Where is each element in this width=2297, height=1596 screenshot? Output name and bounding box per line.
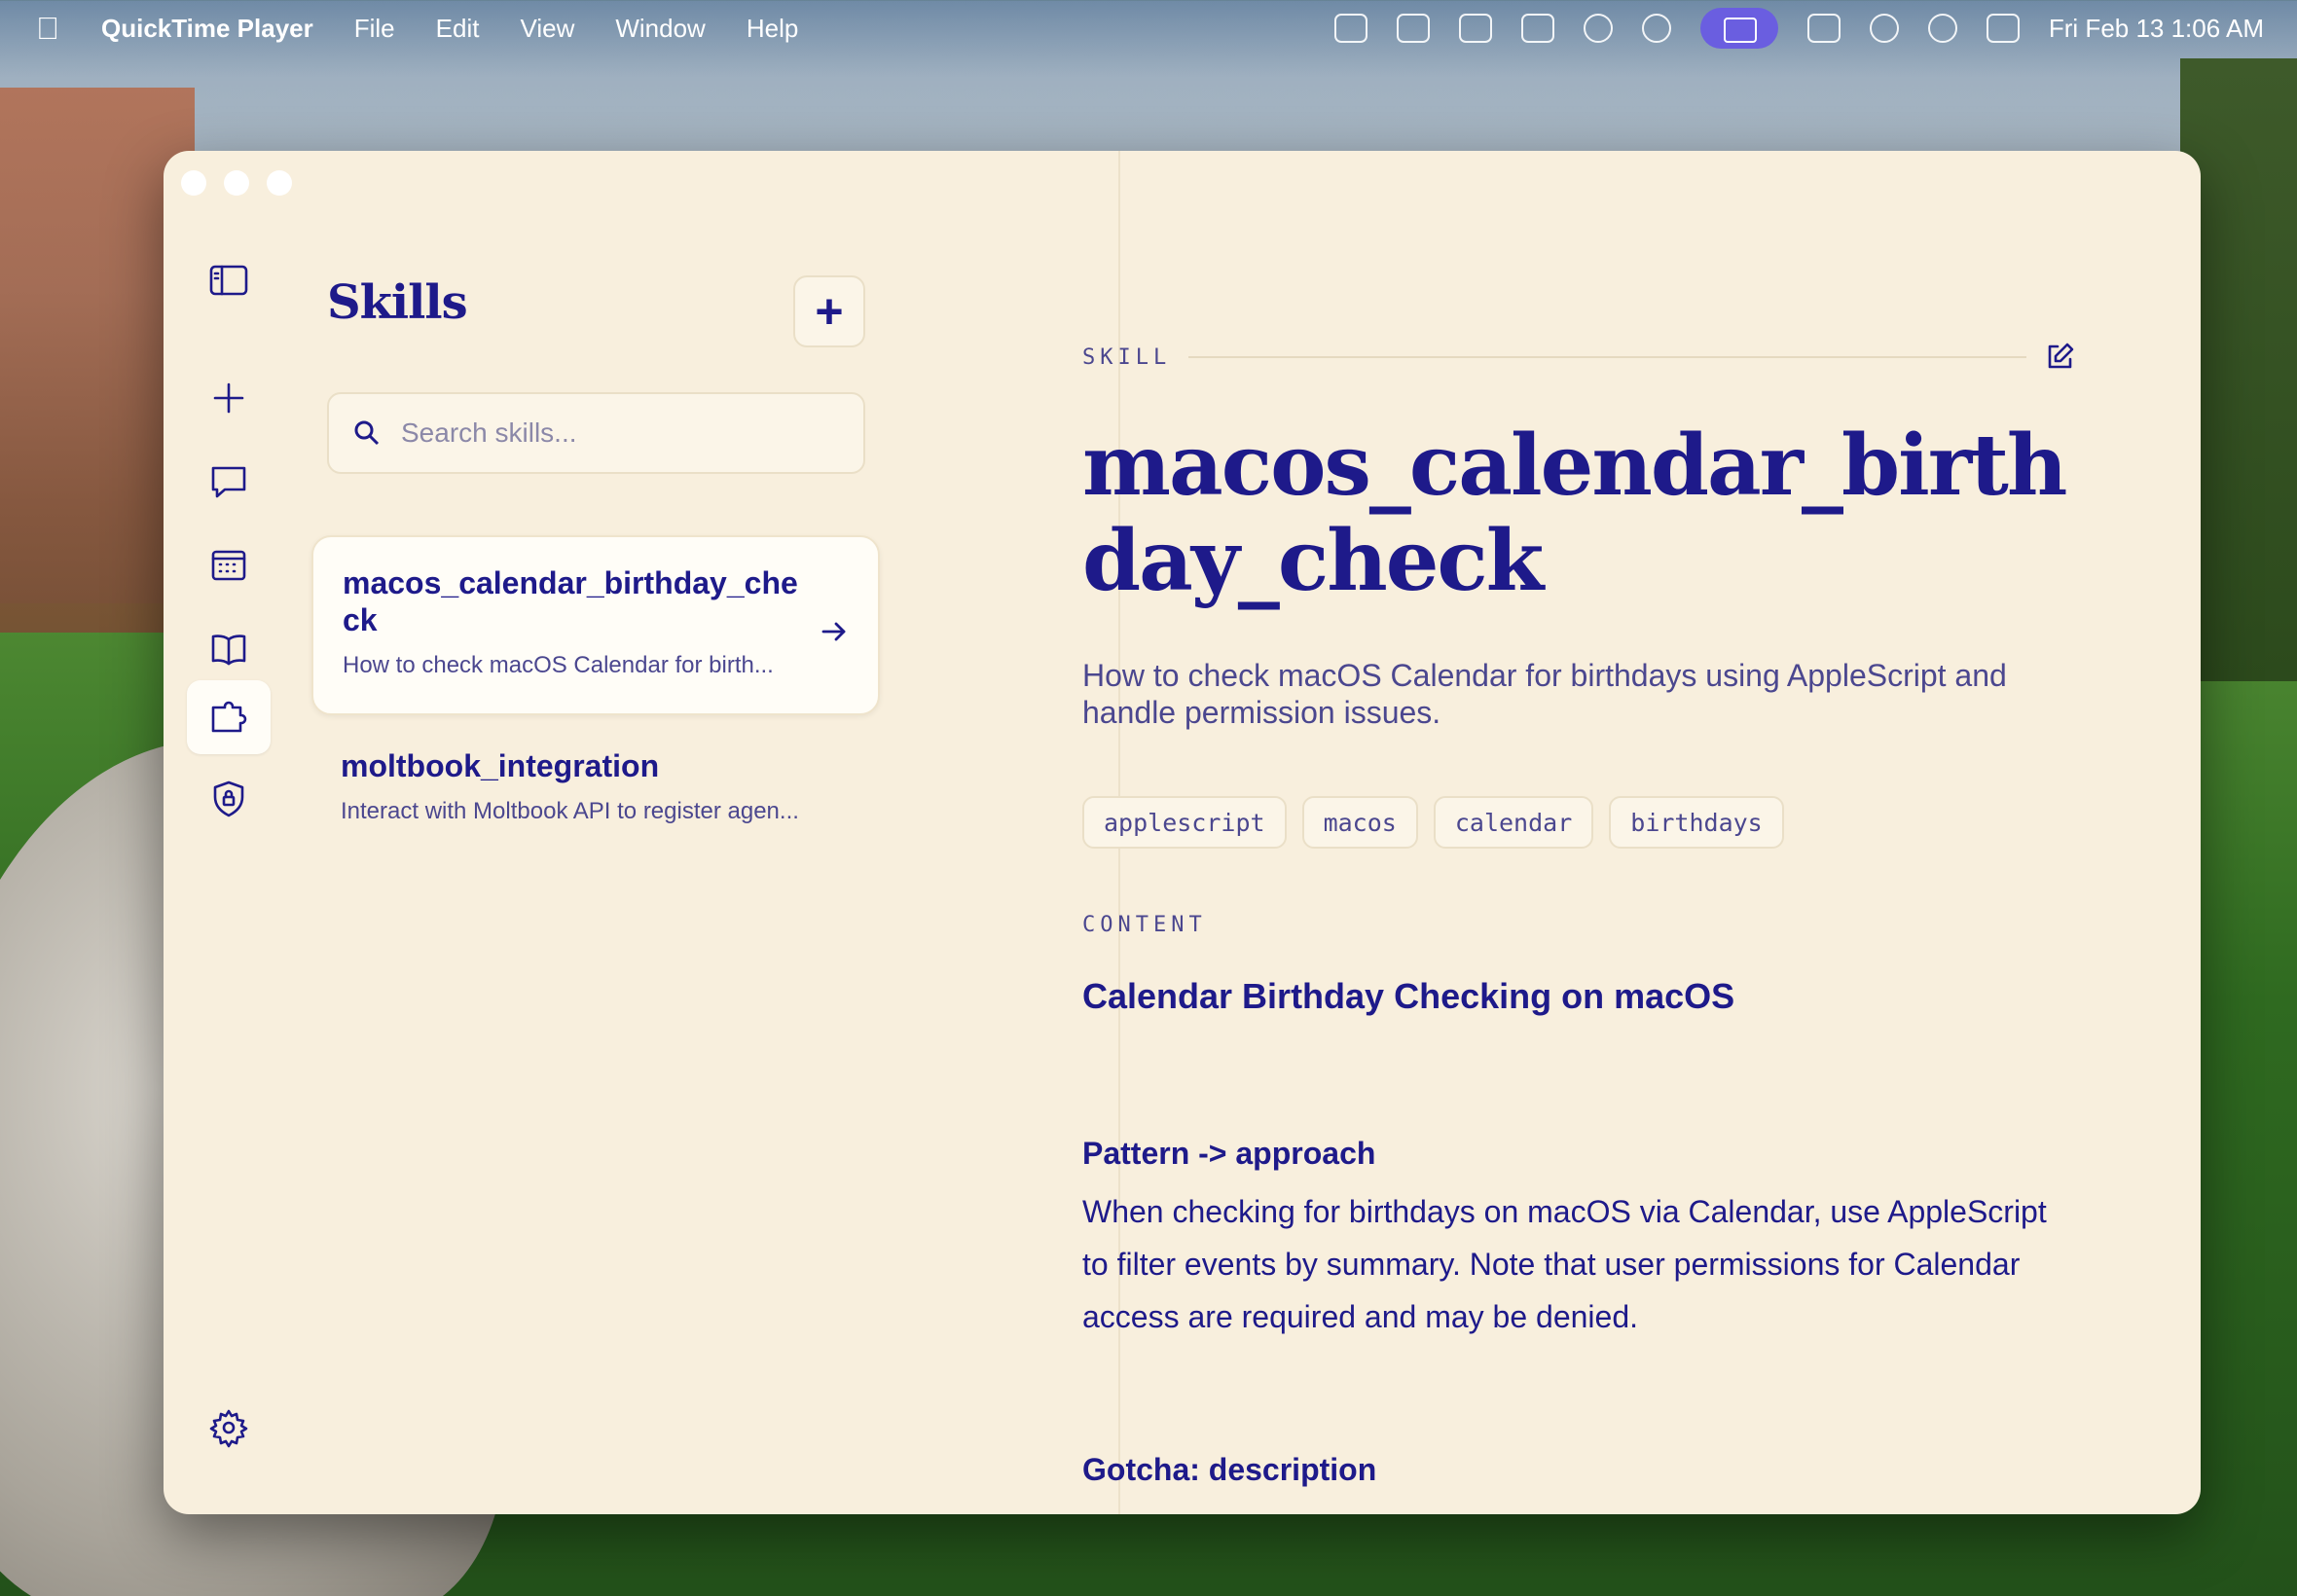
menu-view[interactable]: View bbox=[520, 14, 574, 44]
skill-list-item-selected[interactable]: macos_calendar_birthday_check How to che… bbox=[311, 535, 880, 715]
skills-button[interactable] bbox=[187, 680, 271, 754]
siri-icon[interactable] bbox=[1927, 14, 1957, 43]
add-skill-button[interactable]: + bbox=[793, 275, 865, 347]
skill-description: How to check macOS Calendar for birthday… bbox=[1082, 658, 2007, 730]
screen-mirroring-icon[interactable] bbox=[1699, 8, 1778, 49]
menu-clock[interactable]: Fri Feb 13 1:06 AM bbox=[2049, 14, 2264, 44]
skill-title: macos_calendar_birthday_check bbox=[1082, 417, 2067, 610]
menu-edit[interactable]: Edit bbox=[436, 14, 480, 44]
skills-title: Skills bbox=[327, 275, 468, 330]
library-button[interactable] bbox=[187, 612, 271, 686]
edit-icon[interactable] bbox=[2044, 342, 2075, 373]
pattern-heading: Pattern -> approach bbox=[1082, 1136, 1376, 1171]
arrow-right-icon bbox=[821, 622, 846, 641]
calculator-status-icon[interactable] bbox=[1396, 14, 1430, 43]
gotcha-heading: Gotcha: description bbox=[1082, 1452, 1377, 1487]
cube-status-icon[interactable] bbox=[1333, 14, 1367, 43]
sidebar-icon bbox=[209, 265, 248, 296]
skill-detail-pane: SKILL macos_calendar_birthday_check How … bbox=[1082, 151, 2085, 1514]
app-window: Skills + macos_calendar_birthday_check H… bbox=[164, 151, 2201, 1514]
skill-section-label: SKILL bbox=[1082, 345, 1172, 370]
skill-item-name: moltbook_integration bbox=[341, 748, 660, 783]
icon-rail bbox=[164, 151, 271, 1514]
calendar-button[interactable] bbox=[187, 528, 271, 602]
menu-bar:  QuickTime Player File Edit View Window… bbox=[0, 0, 2297, 56]
tag[interactable]: birthdays bbox=[1609, 796, 1784, 849]
notion-status-icon[interactable] bbox=[1520, 14, 1554, 43]
spotlight-search-icon[interactable] bbox=[1869, 14, 1899, 43]
search-input[interactable] bbox=[401, 417, 829, 449]
tag[interactable]: macos bbox=[1301, 796, 1418, 849]
pattern-text: When checking for birthdays on macOS via… bbox=[1082, 1194, 2047, 1334]
skill-item-name: macos_calendar_birthday_check bbox=[343, 565, 798, 637]
menu-window[interactable]: Window bbox=[615, 14, 705, 44]
new-chat-button[interactable] bbox=[187, 361, 271, 435]
skill-header-row: SKILL bbox=[1082, 342, 2075, 373]
content-section-label: CONTENT bbox=[1082, 913, 1207, 937]
content-heading: Calendar Birthday Checking on macOS bbox=[1082, 976, 1735, 1016]
apple-menu-icon[interactable]:  bbox=[33, 11, 62, 47]
chat-bubble-icon bbox=[211, 466, 246, 498]
tag[interactable]: applescript bbox=[1082, 796, 1287, 849]
app-menu[interactable]: QuickTime Player bbox=[101, 14, 313, 44]
puzzle-piece-icon bbox=[211, 701, 247, 733]
search-icon bbox=[354, 420, 380, 446]
user-status-icon[interactable] bbox=[1641, 14, 1671, 43]
tag[interactable]: calendar bbox=[1433, 796, 1594, 849]
keyboard-status-icon[interactable] bbox=[1806, 14, 1841, 43]
play-status-icon[interactable] bbox=[1583, 14, 1613, 43]
skills-list-pane: Skills + macos_calendar_birthday_check H… bbox=[311, 151, 1120, 1514]
skill-item-desc: Interact with Moltbook API to register a… bbox=[341, 798, 799, 824]
tag-list: applescript macos calendar birthdays bbox=[1082, 796, 1784, 849]
security-button[interactable] bbox=[187, 762, 271, 836]
book-icon bbox=[211, 635, 246, 666]
toggle-sidebar-button[interactable] bbox=[187, 243, 271, 317]
status-area: Fri Feb 13 1:06 AM bbox=[1333, 8, 2264, 49]
skill-item-desc: How to check macOS Calendar for birth... bbox=[343, 652, 774, 678]
control-center-icon[interactable] bbox=[1986, 14, 2020, 43]
skill-list-item[interactable]: moltbook_integration Interact with Moltb… bbox=[311, 720, 880, 847]
menu-file[interactable]: File bbox=[354, 14, 395, 44]
chats-button[interactable] bbox=[187, 445, 271, 519]
gear-icon bbox=[209, 1409, 248, 1448]
shield-lock-icon bbox=[213, 780, 244, 817]
plus-icon bbox=[213, 382, 244, 414]
puzzle-status-icon[interactable] bbox=[1458, 14, 1492, 43]
menu-help[interactable]: Help bbox=[747, 14, 798, 44]
search-box bbox=[327, 392, 865, 474]
header-divider bbox=[1188, 356, 2026, 358]
calendar-icon bbox=[211, 550, 246, 581]
settings-button[interactable] bbox=[187, 1391, 271, 1465]
